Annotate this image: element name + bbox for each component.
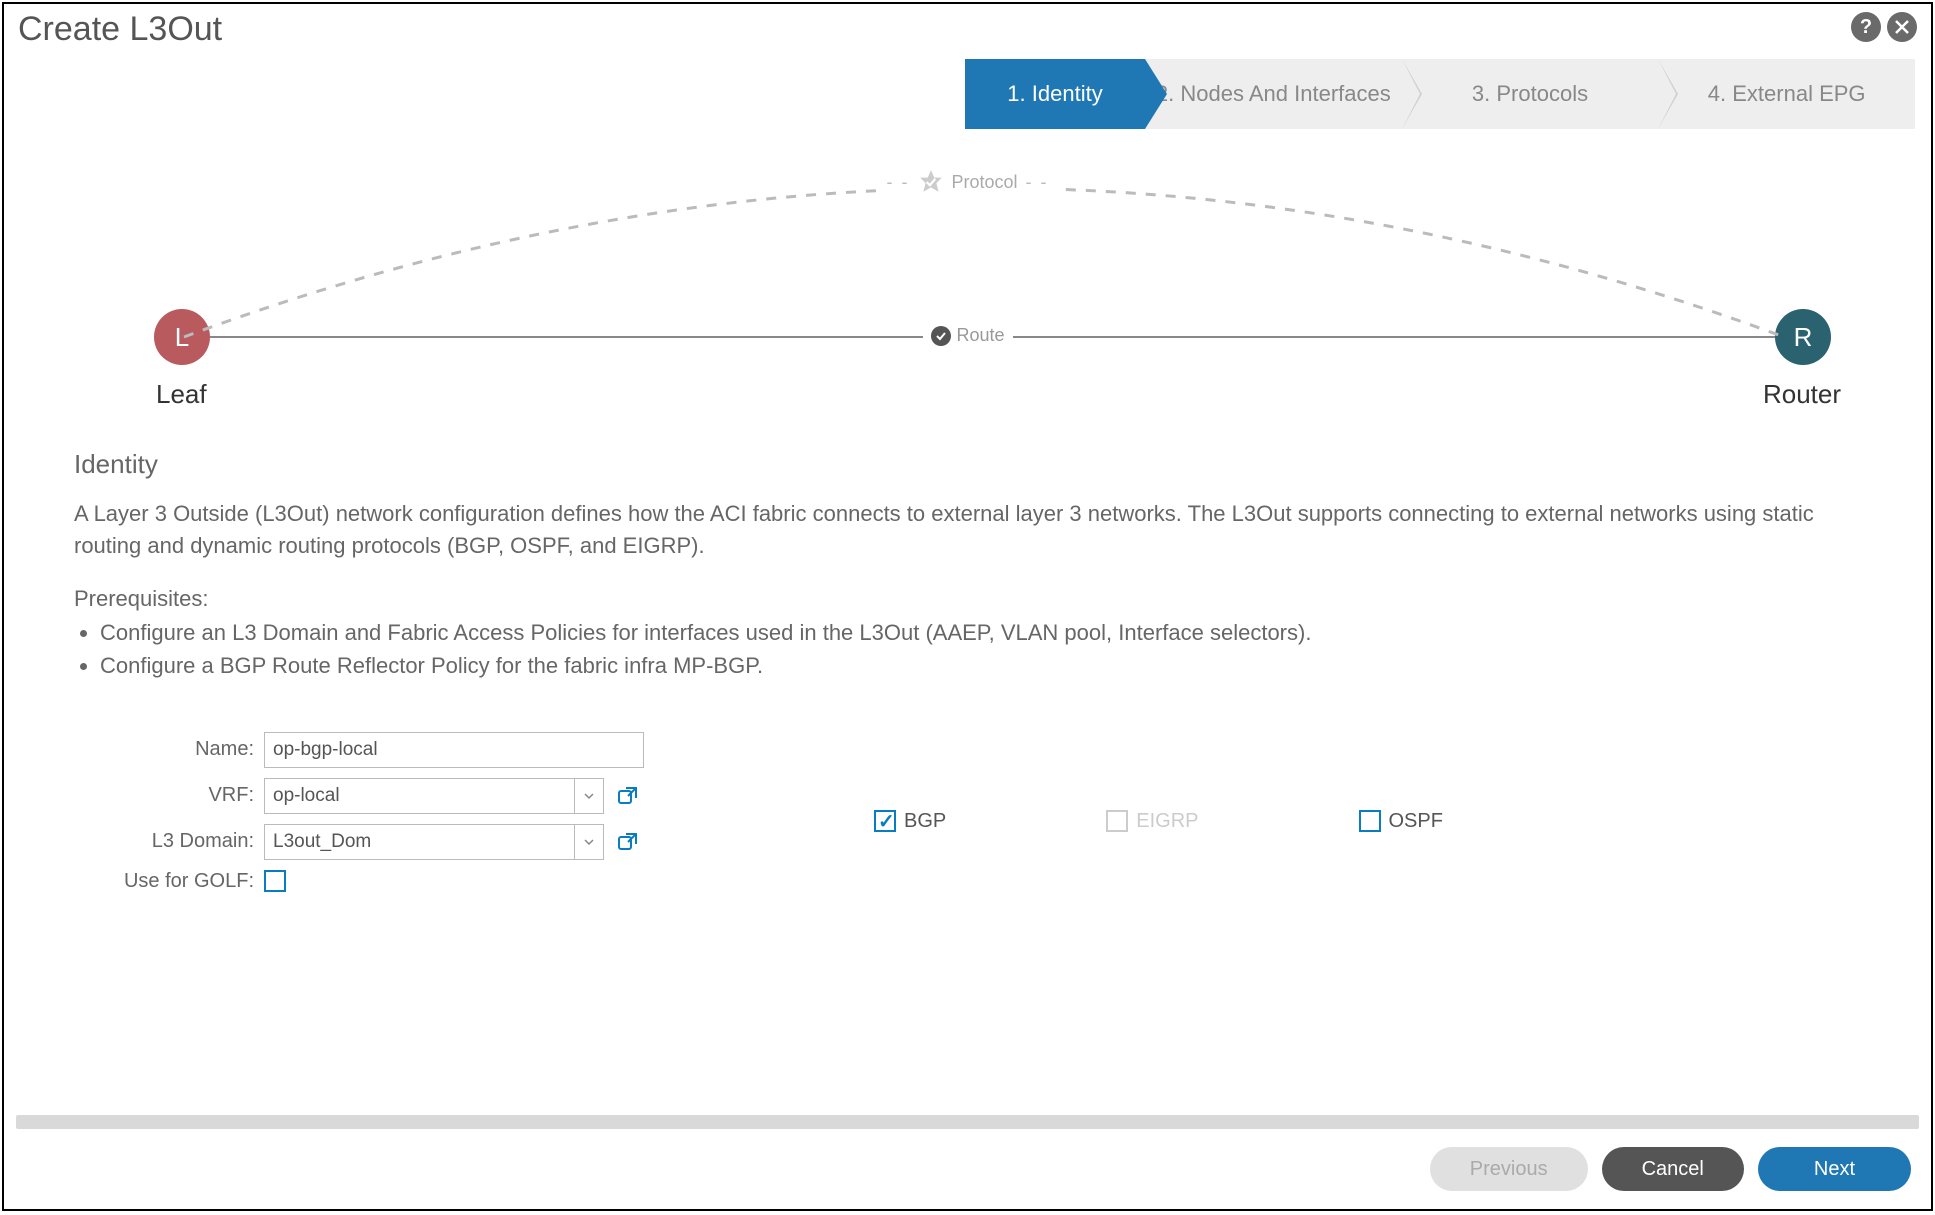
name-input[interactable]: [264, 732, 644, 768]
form-area: Name: VRF:: [74, 732, 1861, 903]
bgp-checkbox[interactable]: [874, 810, 896, 832]
prereq-list: Configure an L3 Domain and Fabric Access…: [100, 616, 1861, 682]
dialog-title: Create L3Out: [18, 10, 222, 49]
step-label: 1. Identity: [1007, 81, 1102, 107]
step-nodes-interfaces[interactable]: 2. Nodes And Interfaces: [1145, 59, 1402, 129]
ospf-label: OSPF: [1389, 810, 1443, 833]
next-button[interactable]: Next: [1758, 1147, 1911, 1191]
label-l3domain: L3 Domain:: [74, 830, 254, 853]
step-label: 3. Protocols: [1472, 81, 1588, 107]
popout-icon: [616, 784, 640, 808]
proto-ospf: OSPF: [1359, 740, 1443, 903]
eigrp-checkbox: [1106, 810, 1128, 832]
l3domain-input[interactable]: [264, 824, 574, 860]
step-protocols[interactable]: 3. Protocols: [1402, 59, 1659, 129]
chevron-down-icon: [583, 790, 595, 802]
router-label: Router: [1763, 379, 1841, 410]
protocol-badge: - - Protocol - -: [876, 169, 1058, 195]
protocol-checkboxes: BGP EIGRP OSPF: [874, 740, 1443, 903]
proto-eigrp: EIGRP: [1106, 740, 1198, 903]
step-external-epg[interactable]: 4. External EPG: [1658, 59, 1915, 129]
horizontal-scrollbar[interactable]: [16, 1115, 1919, 1129]
vrf-select: [264, 778, 604, 814]
label-name: Name:: [74, 738, 254, 761]
route-label: Route: [956, 325, 1004, 346]
form-left: Name: VRF:: [74, 732, 714, 903]
identity-description: A Layer 3 Outside (L3Out) network config…: [74, 498, 1861, 562]
label-vrf: VRF:: [74, 784, 254, 807]
row-vrf: VRF:: [74, 778, 714, 814]
prereq-heading: Prerequisites:: [74, 586, 1861, 612]
topology-diagram: - - Protocol - - L Leaf Route R Router: [64, 159, 1871, 439]
chevron-down-icon: [583, 836, 595, 848]
step-label: 2. Nodes And Interfaces: [1156, 81, 1391, 107]
vrf-popout-button[interactable]: [616, 784, 640, 808]
vrf-input[interactable]: [264, 778, 574, 814]
protocol-label: Protocol: [951, 172, 1017, 193]
identity-heading: Identity: [74, 449, 1861, 480]
l3domain-dropdown-button[interactable]: [574, 824, 604, 860]
protocol-star-icon: [917, 169, 943, 195]
label-golf: Use for GOLF:: [74, 870, 254, 893]
leaf-label: Leaf: [156, 379, 207, 410]
row-l3domain: L3 Domain:: [74, 824, 714, 860]
proto-bgp: BGP: [874, 740, 946, 903]
close-icon[interactable]: [1887, 12, 1917, 42]
prereq-item: Configure an L3 Domain and Fabric Access…: [100, 616, 1861, 649]
l3domain-select: [264, 824, 604, 860]
vrf-dropdown-button[interactable]: [574, 778, 604, 814]
route-check-icon: [930, 326, 950, 346]
step-label: 4. External EPG: [1708, 81, 1866, 107]
cancel-button[interactable]: Cancel: [1602, 1147, 1744, 1191]
step-identity[interactable]: 1. Identity: [965, 59, 1145, 129]
popout-icon: [616, 830, 640, 854]
wizard-steps: 1. Identity 2. Nodes And Interfaces 3. P…: [965, 59, 1915, 129]
prereq-item: Configure a BGP Route Reflector Policy f…: [100, 649, 1861, 682]
identity-section: Identity A Layer 3 Outside (L3Out) netwo…: [74, 449, 1861, 903]
dialog-footer: Previous Cancel Next: [1430, 1147, 1911, 1191]
previous-button: Previous: [1430, 1147, 1588, 1191]
create-l3out-dialog: Create L3Out ? 1. Identity 2. Nodes And …: [2, 2, 1933, 1211]
help-icon[interactable]: ?: [1851, 12, 1881, 42]
ospf-checkbox[interactable]: [1359, 810, 1381, 832]
header-icons: ?: [1851, 12, 1917, 42]
route-badge: Route: [922, 325, 1012, 346]
row-golf: Use for GOLF:: [74, 870, 714, 893]
golf-checkbox[interactable]: [264, 870, 286, 892]
l3domain-popout-button[interactable]: [616, 830, 640, 854]
eigrp-label: EIGRP: [1136, 810, 1198, 833]
dialog-header: Create L3Out ?: [4, 4, 1931, 49]
row-name: Name:: [74, 732, 714, 768]
bgp-label: BGP: [904, 810, 946, 833]
